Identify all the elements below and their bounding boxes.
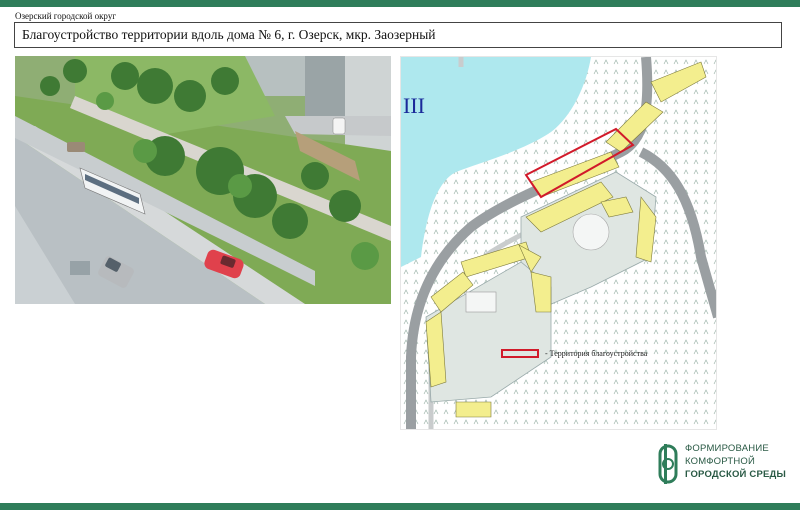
visualization-image [15, 56, 391, 304]
logo-line-2: КОМФОРТНОЙ [685, 456, 756, 467]
top-brand-bar [0, 0, 800, 7]
site-plan-map: III [400, 56, 717, 430]
program-logo: ФОРМИРОВАНИЕ КОМФОРТНОЙ ГОРОДСКОЙ СРЕДЫ [655, 440, 795, 492]
logo-line-3: ГОРОДСКОЙ СРЕДЫ [685, 469, 787, 480]
bottom-brand-bar [0, 503, 800, 510]
legend-label: - Территория благоустройства [545, 349, 648, 358]
logo-text: ФОРМИРОВАНИЕ КОМФОРТНОЙ ГОРОДСКОЙ СРЕДЫ [685, 442, 786, 481]
organization-label: Озерский городской округ [15, 11, 117, 21]
legend-swatch [501, 349, 539, 358]
map-corner-label: III [403, 93, 425, 118]
logo-mark-icon [658, 444, 678, 484]
page-title: Благоустройство территории вдоль дома № … [14, 22, 782, 48]
logo-line-1: ФОРМИРОВАНИЕ [685, 443, 769, 454]
